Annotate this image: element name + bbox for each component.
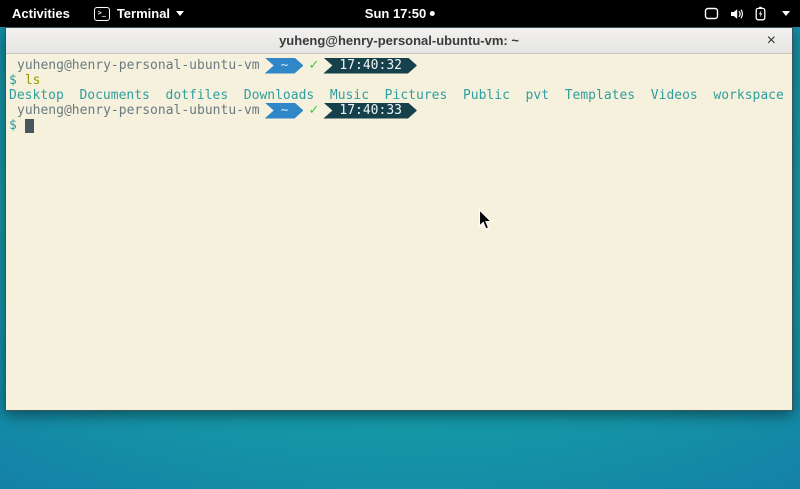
window-title: yuheng@henry-personal-ubuntu-vm: ~ bbox=[279, 33, 519, 48]
prompt-path-segment: ~ bbox=[265, 58, 304, 74]
clock-label: Sun 17:50 bbox=[365, 6, 426, 21]
prompt-user: yuheng@henry-personal-ubuntu-vm bbox=[17, 58, 260, 73]
prompt-path: ~ bbox=[281, 59, 289, 72]
top-bar: Activities >_ Terminal Sun 17:50 bbox=[0, 0, 800, 27]
chevron-down-icon bbox=[176, 11, 184, 16]
prompt-time: 17:40:32 bbox=[339, 59, 402, 72]
command-line: $ ls bbox=[9, 73, 792, 88]
prompt-path: ~ bbox=[281, 104, 289, 117]
command-text: ls bbox=[25, 73, 41, 88]
prompt-symbol: $ bbox=[9, 118, 17, 133]
window-titlebar[interactable]: yuheng@henry-personal-ubuntu-vm: ~ × bbox=[6, 28, 792, 54]
prompt-time-segment: 17:40:33 bbox=[323, 103, 417, 119]
prompt-time-segment: 17:40:32 bbox=[323, 58, 417, 74]
close-button[interactable]: × bbox=[763, 31, 780, 51]
current-command-line: $ bbox=[9, 118, 792, 133]
clock-button[interactable]: Sun 17:50 bbox=[365, 0, 435, 27]
system-menu[interactable] bbox=[694, 0, 800, 27]
mouse-cursor bbox=[478, 209, 493, 231]
app-menu-label: Terminal bbox=[117, 6, 170, 21]
prompt-path-segment: ~ bbox=[265, 103, 304, 119]
directory-list: Desktop Documents dotfiles Downloads Mus… bbox=[9, 88, 784, 103]
prompt-line-2: yuheng@henry-personal-ubuntu-vm ~ ✓ 17:4… bbox=[9, 103, 792, 118]
screen-icon bbox=[704, 7, 719, 20]
terminal-icon: >_ bbox=[94, 7, 110, 21]
prompt-time: 17:40:33 bbox=[339, 104, 402, 117]
prompt-user: yuheng@henry-personal-ubuntu-vm bbox=[17, 103, 260, 118]
desktop: Activities >_ Terminal Sun 17:50 bbox=[0, 0, 800, 489]
volume-icon bbox=[729, 7, 745, 21]
prompt-line-1: yuheng@henry-personal-ubuntu-vm ~ ✓ 17:4… bbox=[9, 58, 792, 73]
battery-charging-icon bbox=[755, 6, 766, 21]
terminal-screen[interactable]: yuheng@henry-personal-ubuntu-vm ~ ✓ 17:4… bbox=[6, 54, 792, 410]
app-menu-terminal[interactable]: >_ Terminal bbox=[82, 0, 196, 27]
chevron-down-icon bbox=[782, 11, 790, 16]
terminal-window: yuheng@henry-personal-ubuntu-vm: ~ × yuh… bbox=[5, 27, 793, 411]
notification-dot bbox=[430, 11, 435, 16]
check-icon: ✓ bbox=[308, 103, 319, 118]
activities-button[interactable]: Activities bbox=[0, 0, 82, 27]
ls-output-line: Desktop Documents dotfiles Downloads Mus… bbox=[9, 88, 792, 103]
check-icon: ✓ bbox=[308, 58, 319, 73]
terminal-cursor bbox=[25, 119, 34, 133]
prompt-symbol: $ bbox=[9, 73, 17, 88]
